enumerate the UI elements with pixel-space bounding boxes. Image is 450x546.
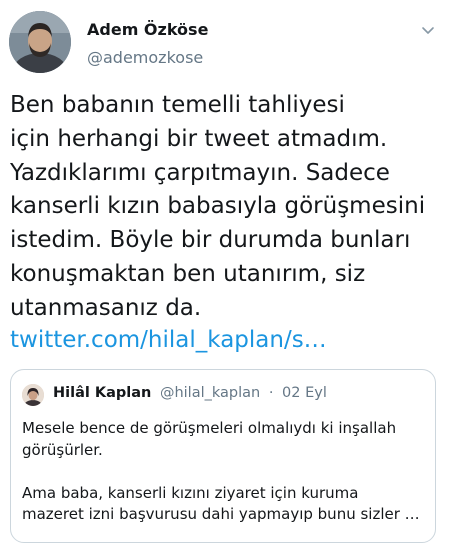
author-handle[interactable]: @ademozkose bbox=[87, 48, 203, 67]
author-avatar[interactable] bbox=[9, 11, 71, 73]
tweet-text: Ben babanın temelli tahliyesi için herha… bbox=[10, 89, 442, 326]
quoted-text: Mesele bence de görüşmeleri olmalıydı ki… bbox=[22, 418, 426, 526]
quoted-text-line: mazeret izni başvurusu dahi yapmayıp bun… bbox=[22, 505, 420, 523]
tweet-text-line: için herhangi bir tweet atmadım. bbox=[10, 125, 388, 152]
tweet-text-line: konuşmaktan ben utanırım, siz bbox=[10, 260, 366, 287]
person-avatar-icon bbox=[9, 11, 71, 73]
quoted-header: Hilâl Kaplan @hilal_kaplan · 02 Eyl bbox=[53, 385, 327, 401]
dot-separator: · bbox=[268, 385, 274, 401]
person-avatar-icon bbox=[22, 384, 44, 406]
tweet-text-line: kanserli kızın babasıyla görüşmesini bbox=[10, 193, 426, 220]
quoted-author-name[interactable]: Hilâl Kaplan bbox=[53, 385, 151, 401]
quoted-author-handle[interactable]: @hilal_kaplan bbox=[160, 385, 260, 401]
quoted-text-line: Mesele bence de görüşmeleri olmalıydı ki… bbox=[22, 419, 397, 437]
tweet-text-line: utanmasanız da. bbox=[10, 294, 202, 321]
author-name[interactable]: Adem Özköse bbox=[87, 20, 208, 39]
quoted-text-line: görüşürler. bbox=[22, 440, 103, 459]
tweet-link[interactable]: twitter.com/hilal_kaplan/s… bbox=[10, 324, 327, 358]
quoted-date[interactable]: 02 Eyl bbox=[282, 385, 327, 401]
tweet-text-line: istedim. Böyle bir durumda bunları bbox=[10, 227, 411, 254]
chevron-down-icon[interactable] bbox=[420, 22, 436, 38]
tweet-text-line: Yazdıklarımı çarpıtmayın. Sadece bbox=[10, 159, 390, 186]
tweet-card[interactable]: Adem Özköse @ademozkose Ben babanın teme… bbox=[0, 0, 450, 546]
quoted-text-line: Ama baba, kanserli kızını ziyaret için k… bbox=[22, 483, 359, 502]
quoted-tweet[interactable]: Hilâl Kaplan @hilal_kaplan · 02 Eyl Mese… bbox=[10, 369, 436, 543]
quoted-author-avatar[interactable] bbox=[22, 384, 44, 406]
tweet-text-line: Ben babanın temelli tahliyesi bbox=[10, 92, 345, 118]
